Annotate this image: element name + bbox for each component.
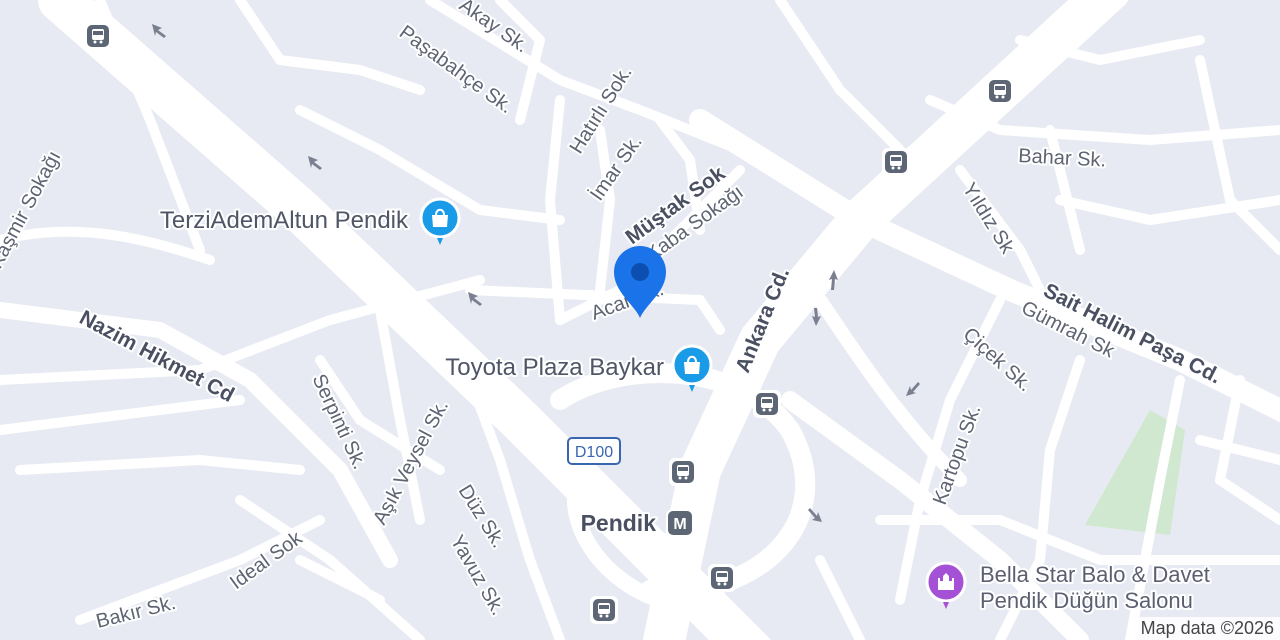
- bus-icon[interactable]: [708, 564, 736, 592]
- map-base[interactable]: Akay Sk. Paşabahçe Sk. Hatırlı Sok. İmar…: [0, 0, 1280, 640]
- one-way-arrow-icon: [308, 156, 322, 170]
- bus-icon[interactable]: [882, 148, 910, 176]
- one-way-arrow-icon: [152, 24, 166, 38]
- street-label-imar: İmar Sk.: [585, 131, 647, 205]
- bus-icon[interactable]: [590, 596, 618, 624]
- bus-icon[interactable]: [986, 77, 1014, 105]
- poi-pendik-metro[interactable]: Pendik M: [579, 508, 694, 538]
- poi-bella-star[interactable]: Bella Star Balo & Davet Pendik Düğün Sal…: [925, 560, 1212, 615]
- metro-icon[interactable]: M: [666, 509, 694, 537]
- street-label-kasmir: Kaşmir Sokağı: [0, 147, 65, 272]
- street-label-akay: Akay Sk.: [455, 0, 532, 57]
- poi-label-bella-line1[interactable]: Bella Star Balo & Davet: [978, 560, 1212, 589]
- street-label-asik: Aşık Veysel Sk.: [369, 396, 453, 528]
- poi-label-toyota[interactable]: Toyota Plaza Baykar: [443, 352, 666, 383]
- castle-icon[interactable]: [925, 561, 967, 609]
- bus-icon[interactable]: [669, 458, 697, 486]
- street-label-yildiz: Yıldız Sk: [958, 179, 1019, 258]
- map-canvas[interactable]: Akay Sk. Paşabahçe Sk. Hatırlı Sok. İmar…: [0, 0, 1280, 640]
- bus-stops[interactable]: [84, 22, 1014, 624]
- road-shield-label: D100: [575, 444, 613, 461]
- road-shield-d100: D100: [567, 437, 621, 465]
- poi-label-pendik[interactable]: Pendik: [579, 508, 659, 538]
- shopping-bag-icon[interactable]: [419, 197, 461, 245]
- street-label-bahar: Bahar Sk.: [1018, 145, 1107, 172]
- map-attribution[interactable]: Map data ©2026: [1134, 617, 1280, 640]
- poi-label-terzi[interactable]: TerziAdemAltun Pendik: [158, 205, 411, 236]
- bus-icon[interactable]: [753, 390, 781, 418]
- bus-icon[interactable]: [84, 22, 112, 50]
- poi-label-bella-line2[interactable]: Pendik Düğün Salonu: [978, 586, 1195, 615]
- one-way-arrow-icon: [906, 382, 920, 396]
- metro-letter: M: [673, 516, 686, 533]
